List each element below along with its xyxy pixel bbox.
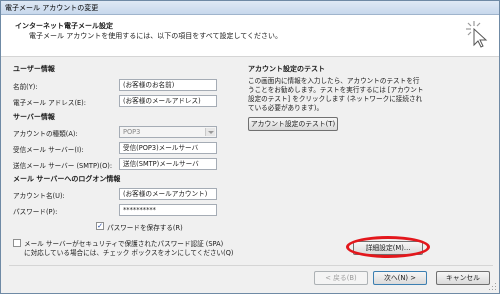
remember-password-label: パスワードを保存する(R) [107, 224, 183, 232]
account-type-label: アカウントの種類(A): [13, 130, 78, 138]
cancel-button[interactable]: キャンセル [436, 271, 490, 285]
name-label: 名前(Y): [13, 83, 38, 91]
account-type-select[interactable]: POP3 [119, 126, 217, 138]
window-title: 電子メール アカウントの変更 [5, 4, 99, 12]
incoming-server-input[interactable]: 受信(POP3)メールサーバ [119, 142, 217, 154]
logon-info-heading: メール サーバーへのログオン情報 [13, 175, 121, 183]
header-subtitle: 電子メール アカウントを使用するには、以下の項目をすべて設定してください。 [29, 32, 283, 40]
highlight-circle [346, 236, 430, 258]
spa-label-line2: に対応している場合には、チェック ボックスをオンにしてください(Q) [24, 249, 234, 257]
test-description: この画面内に情報を入力したら、アカウントのテストを行うことをお勧めします。テスト… [248, 77, 424, 112]
title-bar[interactable]: 電子メール アカウントの変更 [1, 1, 499, 15]
password-input[interactable]: ********** [119, 204, 217, 216]
spa-checkbox[interactable] [13, 239, 21, 247]
outgoing-server-input[interactable]: 送信(SMTP)メールサーバ [119, 158, 217, 170]
email-input[interactable]: (お客様のメールアドレス) [119, 95, 217, 107]
email-label: 電子メール アドレス(E): [13, 99, 86, 107]
header-title: インターネット電子メール設定 [15, 22, 113, 30]
server-info-heading: サーバー情報 [13, 113, 55, 121]
incoming-server-label: 受信メール サーバー(I): [13, 146, 84, 154]
user-info-heading: ユーザー情報 [13, 65, 55, 73]
test-heading: アカウント設定のテスト [248, 65, 325, 73]
name-input[interactable]: (お客様のお名前) [119, 79, 217, 91]
password-label: パスワード(P): [13, 208, 58, 216]
dialog-window: 電子メール アカウントの変更 インターネット電子メール設定 電子メール アカウン… [0, 0, 500, 294]
cursor-sparkle-icon [466, 21, 488, 48]
next-button[interactable]: 次へ(N) > [373, 271, 427, 285]
chevron-down-icon [205, 128, 215, 136]
outgoing-server-label: 送信メール サーバー (SMTP)(O): [13, 162, 113, 170]
resize-grip-icon[interactable] [489, 283, 497, 291]
account-name-label: アカウント名(U): [13, 192, 65, 200]
back-button[interactable]: < 戻る(B) [314, 271, 368, 285]
footer-divider [9, 265, 493, 266]
remember-password-checkbox[interactable]: ✓ [96, 222, 104, 230]
account-type-value: POP3 [123, 128, 141, 136]
header-panel: インターネット電子メール設定 電子メール アカウントを使用するには、以下の項目を… [1, 15, 499, 57]
account-name-input[interactable]: (お客様のメールアカウント) [119, 188, 217, 200]
test-account-button[interactable]: アカウント設定のテスト(T) [248, 117, 338, 131]
